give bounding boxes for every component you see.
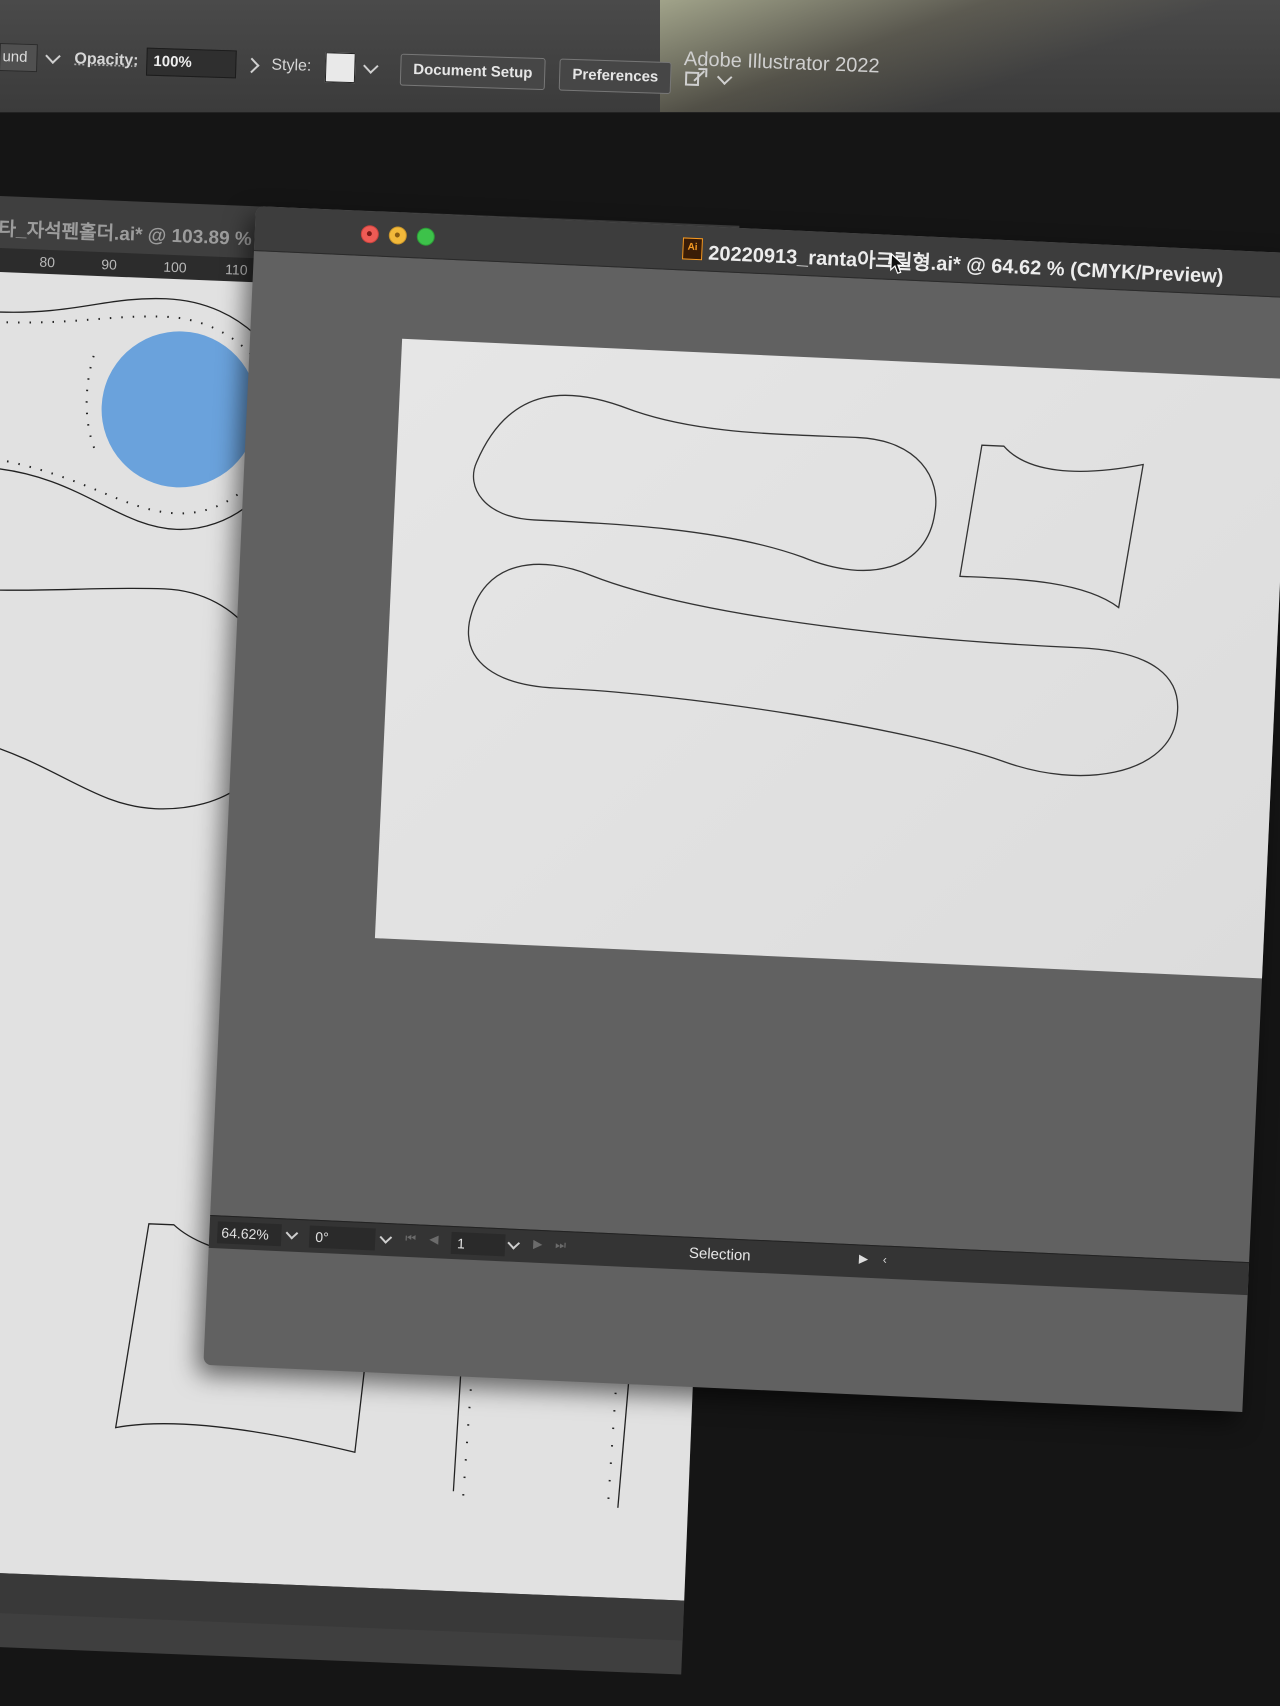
mouse-cursor-icon — [890, 252, 906, 274]
style-label: Style: — [271, 56, 312, 75]
close-window-button[interactable] — [360, 224, 380, 244]
preferences-button[interactable]: Preferences — [558, 58, 672, 95]
opacity-label[interactable]: Opacity: — [74, 50, 139, 70]
minimize-window-button[interactable] — [388, 226, 408, 245]
opacity-input[interactable]: 100% — [145, 47, 237, 79]
next-artboard-icon[interactable]: ▶ — [533, 1237, 543, 1251]
ruler-tick: 100 — [162, 258, 187, 276]
magnet-circle — [101, 331, 258, 488]
ruler-tick: 80 — [39, 253, 56, 271]
long-strap-shape — [467, 563, 1179, 777]
last-artboard-icon[interactable]: ⏭ — [555, 1238, 566, 1253]
zoom-level-field[interactable]: 64.62% — [216, 1221, 282, 1247]
previous-artboard-icon[interactable]: ◀ — [429, 1232, 439, 1246]
chevron-down-icon[interactable] — [363, 57, 379, 74]
stitch-line — [85, 355, 99, 457]
first-artboard-icon[interactable]: ⏮ — [405, 1231, 416, 1246]
artboard-number-field[interactable]: 1 — [450, 1231, 506, 1257]
document-title: 20220913_ranta아크릴형.ai* @ 64.62 % (CMYK/P… — [707, 242, 1224, 288]
chevron-down-icon[interactable] — [285, 1226, 299, 1240]
control-bar-row: und Opacity: 100% Style: Document Setup … — [0, 40, 741, 97]
rotation-field[interactable]: 0° — [308, 1225, 376, 1251]
chevron-down-icon[interactable] — [507, 1236, 521, 1250]
chevron-down-icon[interactable] — [45, 47, 61, 64]
capsule-shape — [472, 394, 937, 571]
zoom-window-button[interactable] — [416, 227, 436, 247]
chevron-right-icon[interactable] — [244, 57, 260, 73]
document-setup-button[interactable]: Document Setup — [399, 53, 546, 91]
artboard[interactable] — [374, 338, 1280, 979]
status-bar: 64.62% 0° ⏮ ◀ 1 ▶ ⏭ Selection ▶ ‹ — [208, 1214, 1250, 1296]
chevron-down-icon[interactable] — [379, 1231, 393, 1244]
stroke-profile-field[interactable]: und — [0, 42, 38, 73]
ruler-tick: 90 — [101, 256, 118, 273]
artwork[interactable] — [375, 339, 1280, 979]
scroll-left-icon[interactable]: ‹ — [883, 1253, 888, 1267]
current-tool-status[interactable]: Selection — [688, 1243, 751, 1268]
concave-square-shape — [959, 444, 1144, 609]
illustrator-file-icon: Ai — [682, 237, 703, 261]
window-titlebar[interactable]: Ai 20220913_ranta아크릴형.ai* @ 64.62 % (CMY… — [253, 206, 1280, 299]
ruler-tick: 110 — [224, 261, 248, 278]
front-document-window[interactable]: Ai 20220913_ranta아크릴형.ai* @ 64.62 % (CMY… — [203, 206, 1280, 1412]
status-menu-arrow-icon[interactable]: ▶ — [859, 1251, 869, 1265]
control-bar: und Opacity: 100% Style: Document Setup … — [0, 0, 1280, 113]
style-swatch[interactable] — [324, 52, 356, 84]
